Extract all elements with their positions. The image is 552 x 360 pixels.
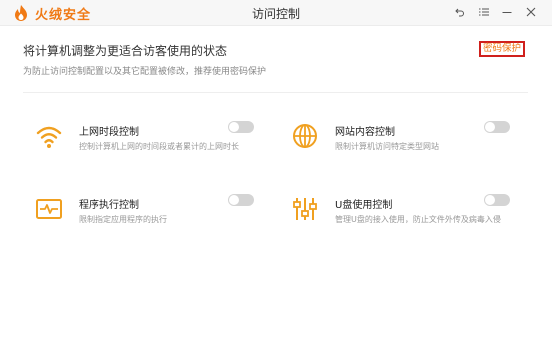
back-arrow-icon — [455, 8, 464, 17]
close-icon — [526, 7, 536, 17]
feature-usb-control: U盘使用控制 管理U盘的接入使用，防止文件外传及病毒入侵 — [290, 194, 520, 244]
toggle-knob — [485, 122, 495, 132]
page-subtitle: 为防止访问控制配置以及其它配置被修改，推荐使用密码保护 — [23, 67, 267, 77]
feature-title: 网站内容控制 — [335, 127, 395, 138]
feature-internet-time-control: 上网时段控制 控制计算机上网的时间段或者累计的上网时长 — [34, 121, 264, 171]
feature-description: 管理U盘的接入使用，防止文件外传及病毒入侵 — [335, 215, 501, 224]
feature-program-execution-control: 程序执行控制 限制指定应用程序的执行 — [34, 194, 264, 244]
feature-title: U盘使用控制 — [335, 200, 393, 211]
menu-icon — [479, 8, 489, 16]
close-button[interactable] — [522, 4, 540, 20]
usb-control-toggle[interactable] — [484, 194, 510, 206]
toggle-knob — [229, 122, 239, 132]
wifi-icon — [34, 121, 64, 151]
feature-title: 上网时段控制 — [79, 127, 139, 138]
program-execution-toggle[interactable] — [228, 194, 254, 206]
feature-website-content-control: 网站内容控制 限制计算机访问特定类型网站 — [290, 121, 520, 171]
back-button[interactable] — [451, 4, 469, 20]
minimize-icon — [502, 12, 512, 13]
password-protect-button[interactable]: 密码保护 — [479, 41, 525, 57]
globe-icon — [290, 121, 320, 151]
toggle-knob — [485, 195, 495, 205]
feature-description: 控制计算机上网的时间段或者累计的上网时长 — [79, 142, 239, 151]
feature-title: 程序执行控制 — [79, 200, 139, 211]
internet-time-toggle[interactable] — [228, 121, 254, 133]
menu-button[interactable] — [475, 4, 493, 20]
feature-description: 限制计算机访问特定类型网站 — [335, 142, 439, 151]
title-bar: 火绒安全 访问控制 — [0, 0, 552, 26]
page-title: 将计算机调整为更适合访客使用的状态 — [23, 44, 228, 58]
minimize-button[interactable] — [498, 4, 516, 20]
window-title: 访问控制 — [251, 7, 300, 21]
feature-description: 限制指定应用程序的执行 — [79, 215, 167, 224]
divider — [23, 92, 528, 93]
sliders-icon — [290, 194, 320, 224]
toggle-knob — [229, 195, 239, 205]
website-content-toggle[interactable] — [484, 121, 510, 133]
program-monitor-icon — [34, 194, 64, 224]
